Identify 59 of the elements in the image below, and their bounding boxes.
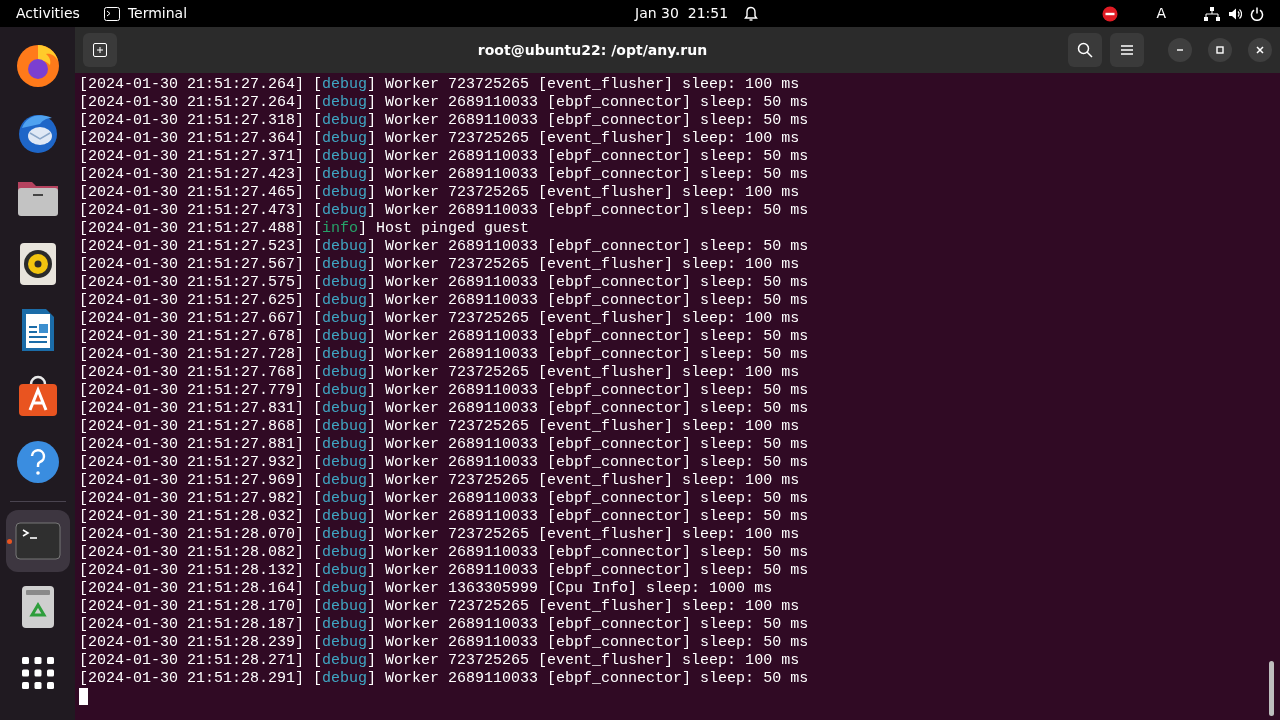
clock[interactable]: Jan 30 21:51: [635, 3, 729, 24]
log-line: [2024-01-30 21:51:27.728] [debug] Worker 2689110033 [ebpf_connector] sleep: 50 ms: [79, 346, 810, 364]
log-line: [2024-01-30 21:51:27.264] [debug] Worker 723725265 [event_flusher] sleep: 100 ms: [79, 76, 801, 94]
maximize-button[interactable]: [1208, 38, 1232, 62]
log-line: [2024-01-30 21:51:27.575] [debug] Worker 2689110033 [ebpf_connector] sleep: 50 ms: [79, 274, 810, 292]
log-line: [2024-01-30 21:51:27.932] [debug] Worker 2689110033 [ebpf_connector] sleep: 50 ms: [79, 454, 810, 472]
log-line: [2024-01-30 21:51:28.032] [debug] Worker 2689110033 [ebpf_connector] sleep: 50 ms: [79, 508, 810, 526]
log-line: [2024-01-30 21:51:27.423] [debug] Worker 2689110033 [ebpf_connector] sleep: 50 ms: [79, 166, 810, 184]
log-line: [2024-01-30 21:51:27.264] [debug] Worker 2689110033 [ebpf_connector] sleep: 50 ms: [79, 94, 810, 112]
log-line: [2024-01-30 21:51:27.969] [debug] Worker 723725265 [event_flusher] sleep: 100 ms: [79, 472, 801, 490]
menu-button[interactable]: [1110, 33, 1144, 67]
log-line: [2024-01-30 21:51:28.082] [debug] Worker 2689110033 [ebpf_connector] sleep: 50 ms: [79, 544, 810, 562]
power-icon[interactable]: [1250, 6, 1264, 21]
log-line: [2024-01-30 21:51:27.371] [debug] Worker 2689110033 [ebpf_connector] sleep: 50 ms: [79, 148, 810, 166]
minimize-icon: [1176, 49, 1184, 51]
menu-icon: [1121, 45, 1133, 55]
log-line: [2024-01-30 21:51:27.625] [debug] Worker 2689110033 [ebpf_connector] sleep: 50 ms: [79, 292, 810, 310]
log-line: [2024-01-30 21:51:27.318] [debug] Worker 2689110033 [ebpf_connector] sleep: 50 ms: [79, 112, 810, 130]
maximize-icon: [1216, 46, 1224, 54]
terminal-icon: [103, 6, 120, 21]
no-entry-icon[interactable]: [1102, 5, 1119, 22]
bell-icon[interactable]: [744, 5, 759, 22]
log-line: [2024-01-30 21:51:28.170] [debug] Worker 723725265 [event_flusher] sleep: 100 ms: [79, 598, 801, 616]
log-line: [2024-01-30 21:51:27.768] [debug] Worker 723725265 [event_flusher] sleep: 100 ms: [79, 364, 801, 382]
plus-icon: [93, 43, 107, 57]
scrollbar[interactable]: [1269, 661, 1274, 716]
window-title: root@ubuntu22: /opt/any.run: [476, 40, 709, 60]
log-line: [2024-01-30 21:51:27.831] [debug] Worker 2689110033 [ebpf_connector] sleep: 50 ms: [79, 400, 810, 418]
log-line: [2024-01-30 21:51:28.132] [debug] Worker 2689110033 [ebpf_connector] sleep: 50 ms: [79, 562, 810, 580]
log-line: [2024-01-30 21:51:27.488] [info] Host pinged guest: [79, 220, 531, 238]
log-line: [2024-01-30 21:51:27.364] [debug] Worker 723725265 [event_flusher] sleep: 100 ms: [79, 130, 801, 148]
text-cursor: [79, 688, 88, 705]
activities-button[interactable]: Activities: [16, 3, 80, 24]
new-tab-button[interactable]: [83, 33, 117, 67]
log-line: [2024-01-30 21:51:28.164] [debug] Worker 1363305999 [Cpu Info] sleep: 1000 ms: [79, 580, 774, 598]
search-icon: [1077, 42, 1093, 58]
volume-icon[interactable]: [1228, 6, 1242, 21]
close-button[interactable]: [1248, 38, 1272, 62]
log-line: [2024-01-30 21:51:27.982] [debug] Worker 2689110033 [ebpf_connector] sleep: 50 ms: [79, 490, 810, 508]
app-menu[interactable]: Terminal: [127, 3, 188, 24]
log-line: [2024-01-30 21:51:27.678] [debug] Worker 2689110033 [ebpf_connector] sleep: 50 ms: [79, 328, 810, 346]
log-line: [2024-01-30 21:51:28.239] [debug] Worker 2689110033 [ebpf_connector] sleep: 50 ms: [79, 634, 810, 652]
minimize-button[interactable]: [1168, 38, 1192, 62]
log-line: [2024-01-30 21:51:27.667] [debug] Worker 723725265 [event_flusher] sleep: 100 ms: [79, 310, 801, 328]
log-line: [2024-01-30 21:51:28.291] [debug] Worker 2689110033 [ebpf_connector] sleep: 50 ms: [79, 670, 810, 688]
log-line: [2024-01-30 21:51:28.271] [debug] Worker 723725265 [event_flusher] sleep: 100 ms: [79, 652, 801, 670]
log-line: [2024-01-30 21:51:28.070] [debug] Worker 723725265 [event_flusher] sleep: 100 ms: [79, 526, 801, 544]
network-icon[interactable]: [1204, 6, 1220, 21]
input-source-indicator[interactable]: A: [1156, 3, 1166, 24]
log-line: [2024-01-30 21:51:27.465] [debug] Worker 723725265 [event_flusher] sleep: 100 ms: [79, 184, 801, 202]
log-line: [2024-01-30 21:51:27.473] [debug] Worker 2689110033 [ebpf_connector] sleep: 50 ms: [79, 202, 810, 220]
search-button[interactable]: [1068, 33, 1102, 67]
log-line: [2024-01-30 21:51:27.881] [debug] Worker 2689110033 [ebpf_connector] sleep: 50 ms: [79, 436, 810, 454]
log-line: [2024-01-30 21:51:27.523] [debug] Worker 2689110033 [ebpf_connector] sleep: 50 ms: [79, 238, 810, 256]
log-line: [2024-01-30 21:51:27.567] [debug] Worker 723725265 [event_flusher] sleep: 100 ms: [79, 256, 801, 274]
log-line: [2024-01-30 21:51:27.779] [debug] Worker 2689110033 [ebpf_connector] sleep: 50 ms: [79, 382, 810, 400]
log-line: [2024-01-30 21:51:27.868] [debug] Worker 723725265 [event_flusher] sleep: 100 ms: [79, 418, 801, 436]
close-icon: [1256, 46, 1264, 54]
log-line: [2024-01-30 21:51:28.187] [debug] Worker 2689110033 [ebpf_connector] sleep: 50 ms: [79, 616, 810, 634]
